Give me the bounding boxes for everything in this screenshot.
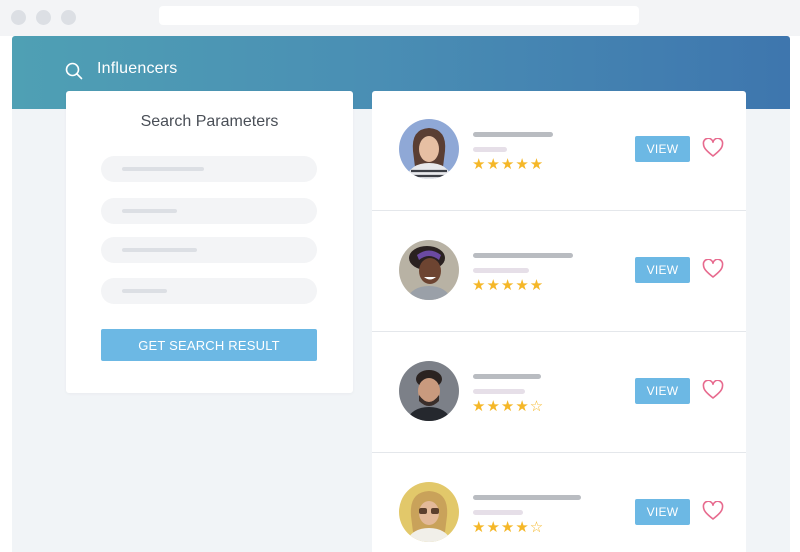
view-button[interactable]: VIEW bbox=[635, 257, 690, 283]
page-title: Influencers bbox=[97, 60, 178, 77]
subtitle-placeholder bbox=[473, 268, 529, 273]
search-field-1[interactable] bbox=[101, 156, 317, 182]
window-maximize-dot[interactable] bbox=[61, 10, 76, 25]
avatar[interactable] bbox=[399, 361, 459, 421]
influencer-row: ★★★★★ VIEW bbox=[372, 91, 746, 211]
window-close-dot[interactable] bbox=[11, 10, 26, 25]
influencer-row: ★★★★☆ VIEW bbox=[372, 454, 746, 552]
view-button[interactable]: VIEW bbox=[635, 136, 690, 162]
name-placeholder bbox=[473, 495, 581, 500]
influencer-row: ★★★★☆ VIEW bbox=[372, 333, 746, 453]
heart-icon[interactable] bbox=[702, 259, 724, 279]
view-button[interactable]: VIEW bbox=[635, 378, 690, 404]
influencer-results-list: ★★★★★ VIEW ★★★★★ VIEW ★★★★☆ VIEW ★★★★☆ V… bbox=[372, 91, 746, 552]
search-field-3[interactable] bbox=[101, 237, 317, 263]
star-rating: ★★★★☆ bbox=[472, 397, 545, 415]
search-icon[interactable] bbox=[65, 62, 83, 80]
search-parameters-title: Search Parameters bbox=[140, 113, 279, 130]
star-rating: ★★★★★ bbox=[472, 155, 545, 173]
field-placeholder bbox=[122, 167, 204, 171]
heart-icon[interactable] bbox=[702, 138, 724, 158]
browser-chrome bbox=[0, 0, 800, 36]
field-placeholder bbox=[122, 209, 177, 213]
heart-icon[interactable] bbox=[702, 501, 724, 521]
name-placeholder bbox=[473, 132, 553, 137]
search-parameters-panel: Search Parameters GET SEARCH RESULT bbox=[66, 91, 353, 393]
subtitle-placeholder bbox=[473, 510, 523, 515]
star-rating: ★★★★☆ bbox=[472, 518, 545, 536]
star-rating: ★★★★★ bbox=[472, 276, 545, 294]
avatar[interactable] bbox=[399, 482, 459, 542]
field-placeholder bbox=[122, 248, 197, 252]
get-search-result-button[interactable]: GET SEARCH RESULT bbox=[101, 329, 317, 361]
search-field-4[interactable] bbox=[101, 278, 317, 304]
subtitle-placeholder bbox=[473, 147, 507, 152]
name-placeholder bbox=[473, 374, 541, 379]
search-field-2[interactable] bbox=[101, 198, 317, 224]
heart-icon[interactable] bbox=[702, 380, 724, 400]
window-minimize-dot[interactable] bbox=[36, 10, 51, 25]
name-placeholder bbox=[473, 253, 573, 258]
avatar[interactable] bbox=[399, 119, 459, 179]
address-bar[interactable] bbox=[159, 6, 639, 25]
app-window: Influencers Search Parameters GET SEARCH… bbox=[12, 36, 790, 552]
influencer-row: ★★★★★ VIEW bbox=[372, 212, 746, 332]
field-placeholder bbox=[122, 289, 167, 293]
subtitle-placeholder bbox=[473, 389, 525, 394]
view-button[interactable]: VIEW bbox=[635, 499, 690, 525]
avatar[interactable] bbox=[399, 240, 459, 300]
